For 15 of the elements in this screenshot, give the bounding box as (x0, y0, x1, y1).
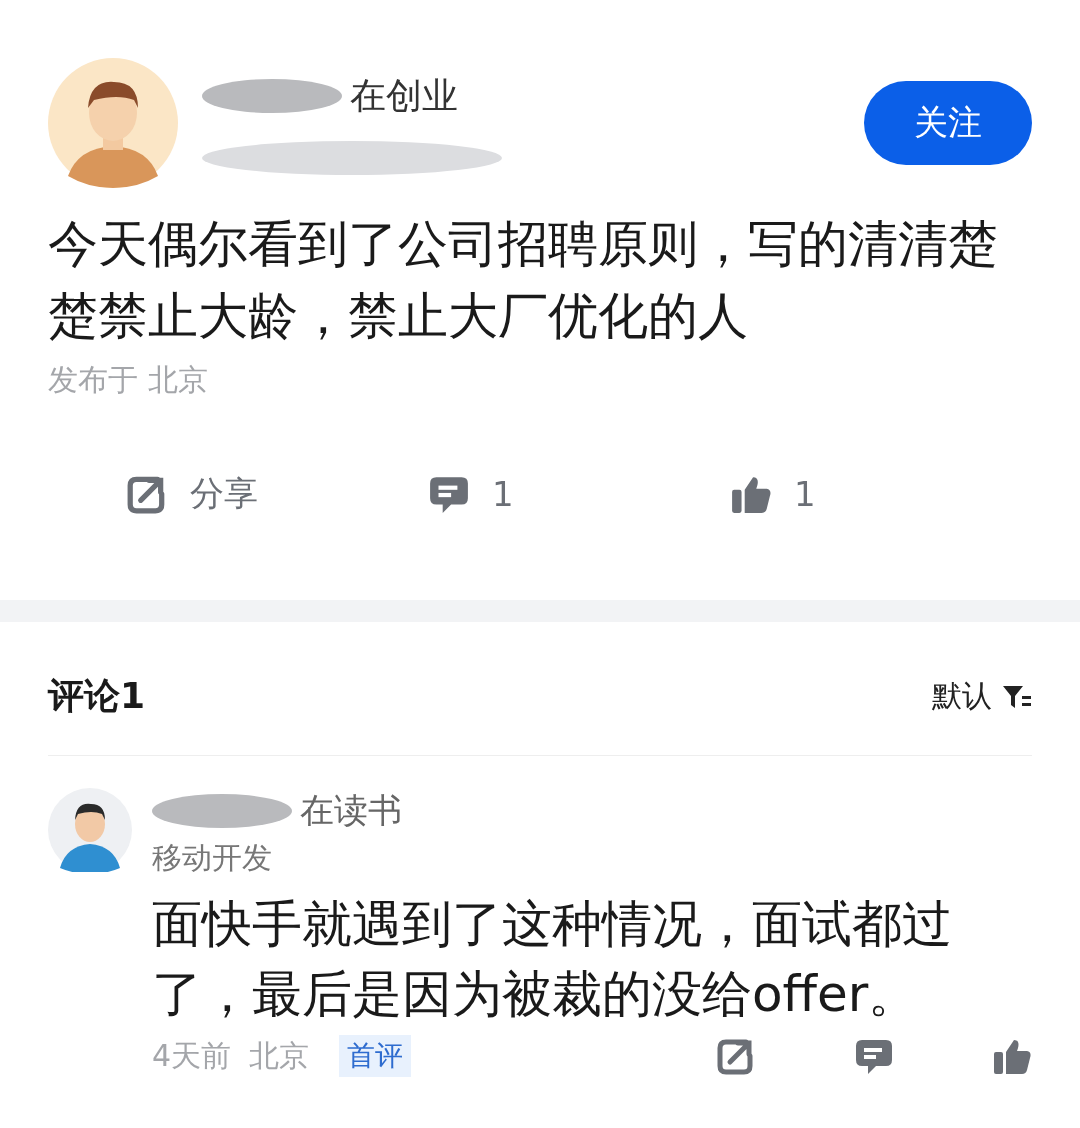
commenter-name: 在读书 (300, 789, 402, 832)
post-location: 发布于 北京 (48, 361, 209, 399)
first-comment-badge: 首评 (339, 1035, 412, 1077)
comment-location: 北京 (249, 1036, 310, 1075)
comments-title: 评论1 (48, 674, 146, 718)
commenter-title: 移动开发 (152, 839, 273, 877)
post-text: 今天偶尔看到了公司招聘原则，写的清清楚楚禁止大龄，禁止大厂优化的人 (48, 214, 999, 347)
action-label: 1 (794, 474, 816, 514)
comment-text: 面快手就遇到了这种情况，面试都过了，最后是因为被裁的没给offer。 (152, 894, 953, 1025)
author-name: 在创业 (350, 73, 458, 118)
action-label: 分享 (190, 472, 258, 515)
sort-label[interactable]: 默认 (932, 676, 992, 717)
comment-time: 4天前 (152, 1036, 232, 1075)
follow-button[interactable]: 关注 (864, 81, 1032, 165)
action-label: 1 (492, 474, 514, 514)
